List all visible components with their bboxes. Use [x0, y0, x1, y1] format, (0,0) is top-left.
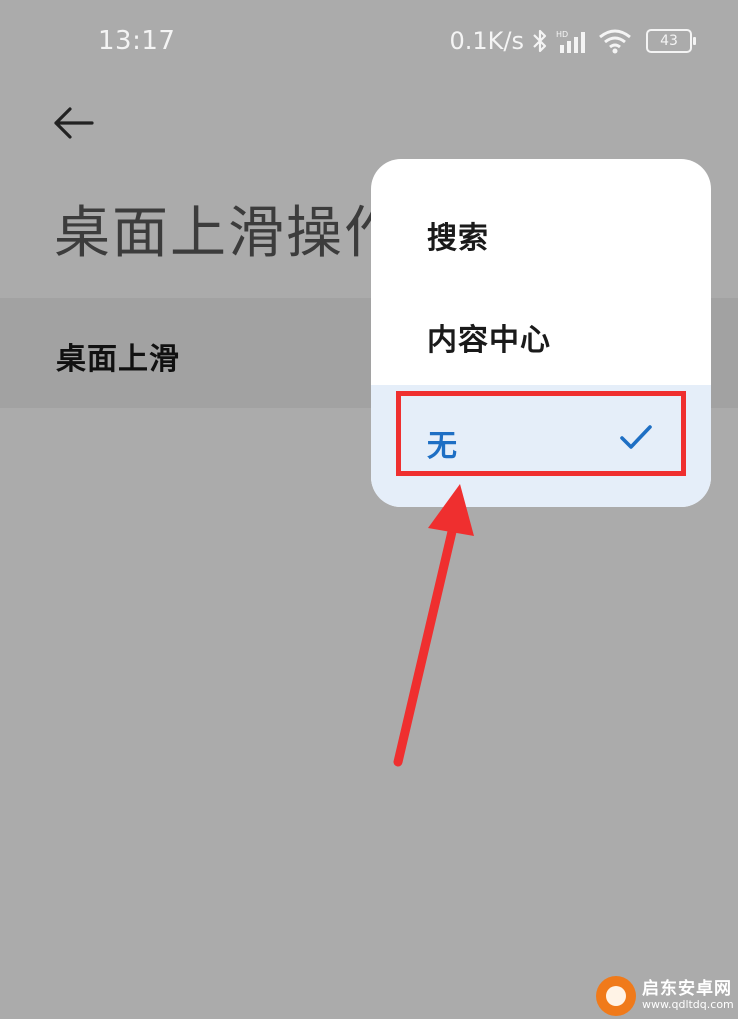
menu-item-label: 搜索 — [427, 221, 489, 256]
arrow-left-icon — [54, 107, 94, 139]
annotation-highlight-box — [396, 391, 686, 476]
watermark-url: www.qdltdq.com — [642, 998, 734, 1012]
status-bar: 13:17 0.1K/s HD 43 — [0, 0, 738, 90]
hd-signal-icon: HD — [556, 30, 585, 53]
menu-item-search[interactable]: 搜索 — [371, 181, 711, 283]
bluetooth-icon — [533, 29, 547, 53]
setting-label: 桌面上滑 — [56, 342, 180, 377]
network-speed: 0.1K/s — [449, 27, 525, 55]
watermark-logo-icon — [596, 976, 636, 1016]
back-button[interactable] — [48, 100, 100, 146]
battery-icon: 43 — [646, 29, 696, 53]
menu-item-label: 内容中心 — [427, 323, 551, 358]
status-time: 13:17 — [98, 26, 176, 56]
menu-item-content-center[interactable]: 内容中心 — [371, 283, 711, 385]
watermark-text: 启东安卓网 www.qdltdq.com — [642, 979, 734, 1012]
watermark-name: 启东安卓网 — [642, 979, 732, 1000]
watermark: 启东安卓网 www.qdltdq.com — [596, 976, 734, 1016]
page-title: 桌面上滑操作 — [54, 201, 394, 266]
wifi-icon — [599, 29, 631, 54]
annotation-arrow — [393, 484, 474, 767]
svg-text:HD: HD — [556, 30, 568, 39]
status-icons: 0.1K/s HD 43 — [449, 27, 696, 55]
battery-level: 43 — [660, 33, 678, 49]
